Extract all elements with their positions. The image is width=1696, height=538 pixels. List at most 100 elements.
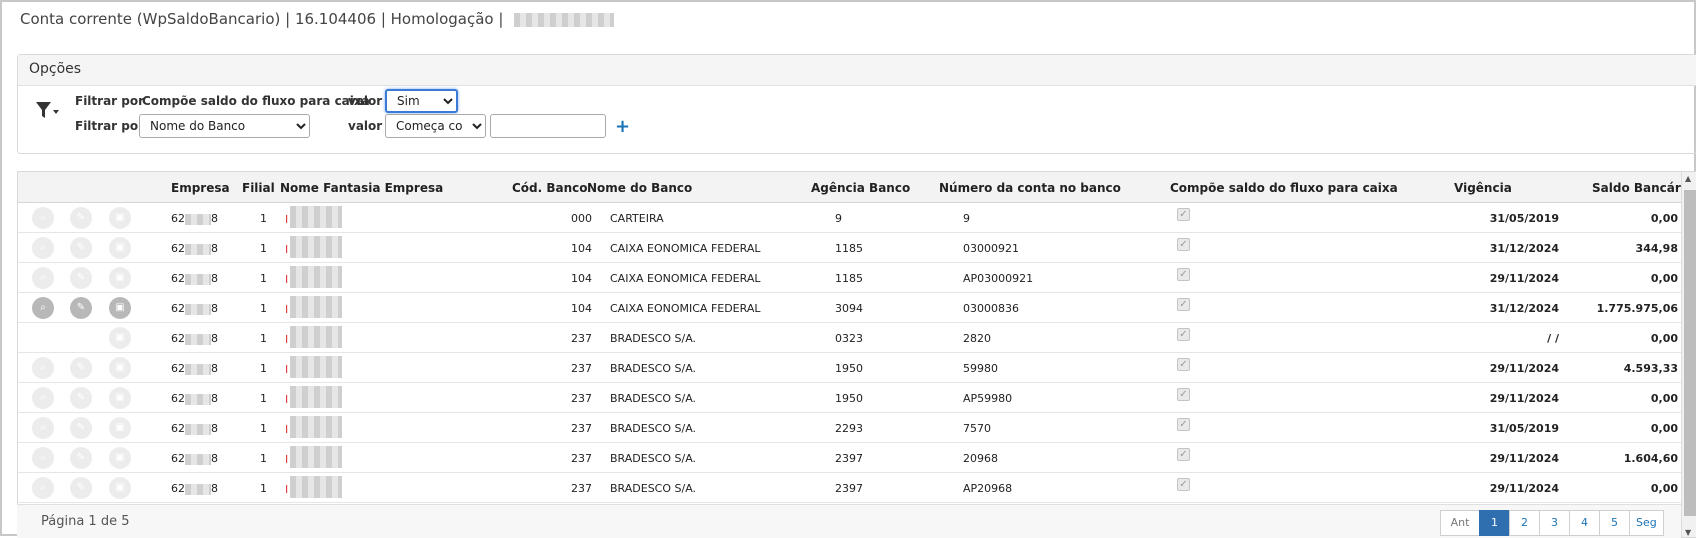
filter-operator-select-2[interactable]: Começa com <box>385 114 486 138</box>
col-numero-conta[interactable]: Número da conta no banco <box>939 181 1121 195</box>
col-cod-banco[interactable]: Cód. Banco <box>512 181 588 195</box>
filter-value-input-2[interactable] <box>490 114 606 138</box>
next-page-button[interactable]: Seg <box>1629 510 1664 536</box>
cell-vigencia: 29/11/2024 <box>1489 272 1559 285</box>
col-nome-banco[interactable]: Nome do Banco <box>587 181 692 195</box>
edit-icon[interactable]: ✎ <box>70 267 92 289</box>
table-row[interactable]: ⌕ ✎ ▣ 62 8 1 I 000 CARTEIRA 9 9 ✓ 31/05/2019 0,00 <box>18 203 1682 233</box>
edit-icon[interactable]: ✎ <box>70 477 92 499</box>
cell-filial: 1 <box>260 302 267 315</box>
add-filter-icon[interactable]: + <box>615 116 630 137</box>
table-row[interactable]: ⌕ ✎ ▣ 62 8 1 I 104 CAIXA EONOMICA FEDERAL 1185 030… <box>18 233 1682 263</box>
filter-icon[interactable] <box>35 99 61 121</box>
view-icon[interactable]: ⌕ <box>32 477 54 499</box>
col-saldo[interactable]: Saldo Bancária <box>1592 181 1693 195</box>
table-row[interactable]: ⌕ ✎ ▣ 62 8 1 I 237 BRADESCO S/A. 2397 AP20968 ✓ 29/1… <box>18 473 1682 503</box>
page-button-2[interactable]: 2 <box>1509 510 1540 536</box>
cell-agencia: 1950 <box>835 362 863 375</box>
scroll-up-icon[interactable]: ▲ <box>1685 174 1691 183</box>
cell-agencia: 1185 <box>835 242 863 255</box>
document-icon[interactable]: ▣ <box>109 327 131 349</box>
document-icon[interactable]: ▣ <box>109 477 131 499</box>
cell-numero-conta: 9 <box>963 212 970 225</box>
table-row[interactable]: ▣ 62 8 1 I 237 BRADESCO S/A. 0323 2820 ✓ / / 0,00 <box>18 323 1682 353</box>
page-button-1[interactable]: 1 <box>1479 510 1510 536</box>
col-nome-fantasia[interactable]: Nome Fantasia Empresa <box>280 181 443 195</box>
scroll-thumb[interactable] <box>1684 190 1696 516</box>
col-compoe-saldo[interactable]: Compõe saldo do fluxo para caixa <box>1170 181 1398 195</box>
compoe-saldo-checkbox: ✓ <box>1177 358 1190 371</box>
cell-nome-fantasia: I <box>285 446 343 468</box>
redacted-empresa <box>185 273 211 285</box>
document-icon[interactable]: ▣ <box>109 357 131 379</box>
prev-page-button[interactable]: Ant <box>1440 510 1480 536</box>
edit-icon[interactable]: ✎ <box>70 207 92 229</box>
col-filial[interactable]: Filial <box>242 181 275 195</box>
col-agencia[interactable]: Agência Banco <box>811 181 910 195</box>
cell-numero-conta: AP03000921 <box>963 272 1034 285</box>
compoe-saldo-checkbox: ✓ <box>1177 298 1190 311</box>
view-icon[interactable]: ⌕ <box>32 357 54 379</box>
document-icon[interactable]: ▣ <box>109 387 131 409</box>
cell-agencia: 2397 <box>835 452 863 465</box>
cell-agencia: 1185 <box>835 272 863 285</box>
filter-value-label-1: valor <box>348 94 383 108</box>
document-icon[interactable]: ▣ <box>109 267 131 289</box>
view-icon[interactable]: ⌕ <box>32 297 54 319</box>
cell-saldo: 1.604,60 <box>1623 452 1678 465</box>
compoe-saldo-checkbox: ✓ <box>1177 268 1190 281</box>
filter-row-1: Filtrar por Compõe saldo do fluxo para c… <box>75 89 1075 113</box>
cell-cod-banco: 237 <box>571 392 592 405</box>
filter-field-select-2[interactable]: Nome do Banco <box>139 114 310 138</box>
cell-filial: 1 <box>260 332 267 345</box>
view-icon[interactable]: ⌕ <box>32 417 54 439</box>
cell-empresa: 62 8 <box>171 392 218 405</box>
document-icon[interactable]: ▣ <box>109 447 131 469</box>
document-icon[interactable]: ▣ <box>109 237 131 259</box>
cell-agencia: 2293 <box>835 422 863 435</box>
page-button-3[interactable]: 3 <box>1539 510 1570 536</box>
col-empresa[interactable]: Empresa <box>171 181 230 195</box>
cell-cod-banco: 237 <box>571 362 592 375</box>
edit-icon[interactable]: ✎ <box>70 387 92 409</box>
cell-numero-conta: 03000836 <box>963 302 1019 315</box>
cell-nome-banco: BRADESCO S/A. <box>610 332 697 345</box>
redacted-empresa <box>185 483 211 495</box>
view-icon[interactable]: ⌕ <box>32 447 54 469</box>
page-button-5[interactable]: 5 <box>1599 510 1630 536</box>
view-icon[interactable]: ⌕ <box>32 237 54 259</box>
table-row[interactable]: ⌕ ✎ ▣ 62 8 1 I 237 BRADESCO S/A. 1950 59980 ✓ 29/11/… <box>18 353 1682 383</box>
edit-icon[interactable]: ✎ <box>70 237 92 259</box>
cell-vigencia: 29/11/2024 <box>1489 482 1559 495</box>
table-row[interactable]: ⌕ ✎ ▣ 62 8 1 I 104 CAIXA EONOMICA FEDERAL 1185 AP0… <box>18 263 1682 293</box>
document-icon[interactable]: ▣ <box>109 207 131 229</box>
view-icon[interactable]: ⌕ <box>32 387 54 409</box>
table-row[interactable]: ⌕ ✎ ▣ 62 8 1 I 237 BRADESCO S/A. 1950 AP59980 ✓ 29/1… <box>18 383 1682 413</box>
col-vigencia[interactable]: Vigência <box>1454 181 1512 195</box>
edit-icon[interactable]: ✎ <box>70 357 92 379</box>
page-button-4[interactable]: 4 <box>1569 510 1600 536</box>
view-icon[interactable]: ⌕ <box>32 267 54 289</box>
document-icon[interactable]: ▣ <box>109 297 131 319</box>
cell-empresa: 62 8 <box>171 482 218 495</box>
cell-empresa: 62 8 <box>171 302 218 315</box>
redacted-fantasia <box>290 386 343 408</box>
filter-value-select-1[interactable]: Sim <box>385 89 458 113</box>
edit-icon[interactable]: ✎ <box>70 447 92 469</box>
view-icon[interactable]: ⌕ <box>32 207 54 229</box>
edit-icon[interactable]: ✎ <box>70 297 92 319</box>
table-row[interactable]: ⌕ ✎ ▣ 62 8 1 I 237 BRADESCO S/A. 2397 20968 ✓ 29/11/… <box>18 443 1682 473</box>
cell-vigencia: 29/11/2024 <box>1489 452 1559 465</box>
edit-icon[interactable]: ✎ <box>70 417 92 439</box>
table-row[interactable]: ⌕ ✎ ▣ 62 8 1 I 237 BRADESCO S/A. 2293 7570 ✓ 31/05/2… <box>18 413 1682 443</box>
vertical-scrollbar[interactable]: ▲ ▼ <box>1681 172 1696 537</box>
cell-numero-conta: AP59980 <box>963 392 1013 405</box>
document-icon[interactable]: ▣ <box>109 417 131 439</box>
cell-cod-banco: 104 <box>571 302 592 315</box>
redacted-fantasia <box>290 266 343 288</box>
cell-nome-fantasia: I <box>285 476 343 498</box>
cell-nome-fantasia: I <box>285 386 343 408</box>
cell-saldo: 0,00 <box>1650 392 1678 405</box>
cell-agencia: 1950 <box>835 392 863 405</box>
table-row[interactable]: ⌕ ✎ ▣ 62 8 1 I 104 CAIXA EONOMICA FEDERAL 3094 030… <box>18 293 1682 323</box>
